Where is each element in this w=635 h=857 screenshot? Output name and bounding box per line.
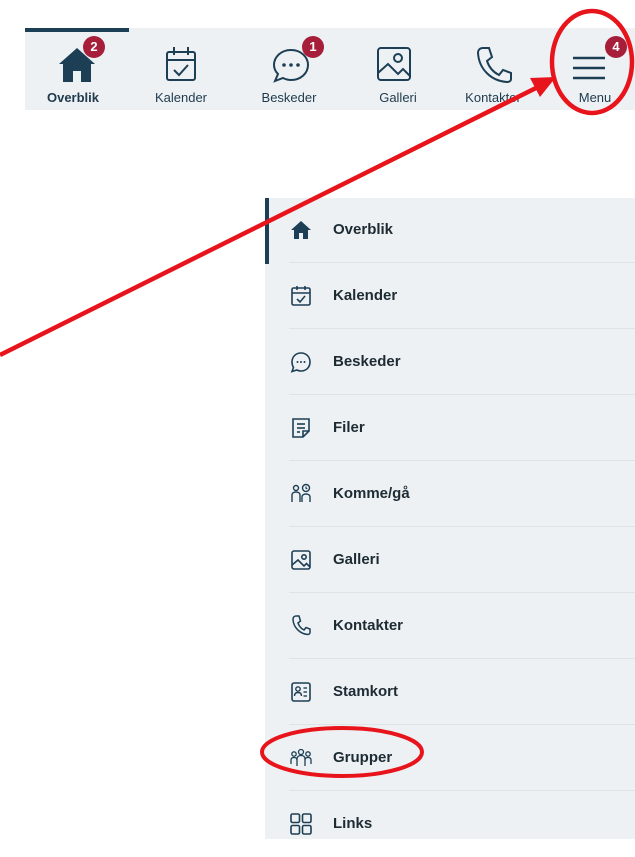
- nav-label: Beskeder: [261, 90, 317, 105]
- menu-item-overblik[interactable]: Overblik: [289, 198, 635, 263]
- file-icon: [292, 418, 310, 438]
- nav-label: Menu: [578, 90, 612, 105]
- calendar-icon: [166, 47, 196, 81]
- menu-item-komme-gaa[interactable]: Komme/gå: [289, 462, 635, 527]
- nav-label: Overblik: [46, 90, 100, 105]
- nav-label: Kalender: [154, 90, 208, 105]
- menu-item-kalender[interactable]: Kalender: [289, 264, 635, 329]
- notification-badge: 2: [83, 36, 105, 58]
- calendar-icon: [291, 286, 311, 306]
- gallery-icon: [377, 47, 411, 81]
- menu-item-label: Overblik: [333, 221, 394, 238]
- hamburger-icon: [573, 56, 605, 80]
- menu-item-label: Filer: [333, 419, 365, 436]
- menu-item-label: Komme/gå: [333, 485, 410, 502]
- nav-item-galleri[interactable]: Galleri: [350, 28, 446, 110]
- phone-icon: [292, 615, 311, 636]
- phone-icon: [476, 47, 512, 84]
- menu-item-stamkort[interactable]: Stamkort: [289, 660, 635, 725]
- gallery-icon: [291, 550, 311, 570]
- id-card-icon: [291, 682, 311, 702]
- menu-item-label: Beskeder: [333, 353, 401, 370]
- menu-item-beskeder[interactable]: Beskeder: [289, 330, 635, 395]
- menu-item-label: Kalender: [333, 287, 398, 304]
- menu-item-label: Links: [333, 815, 373, 832]
- menu-item-label: Galleri: [333, 551, 380, 568]
- nav-item-overblik[interactable]: 2 Overblik: [25, 28, 121, 110]
- menu-item-galleri[interactable]: Galleri: [289, 528, 635, 593]
- home-icon: [291, 221, 311, 239]
- menu-item-links[interactable]: Links: [289, 792, 635, 857]
- message-icon: [290, 352, 311, 373]
- menu-item-filer[interactable]: Filer: [289, 396, 635, 461]
- notification-badge: 4: [605, 36, 627, 58]
- menu-item-grupper[interactable]: Grupper: [289, 726, 635, 791]
- nav-item-kontakter[interactable]: Kontakter: [445, 28, 541, 110]
- menu-item-label: Grupper: [333, 749, 393, 766]
- side-menu: Overblik Kalender Beskeder Filer Komme/g…: [265, 198, 635, 839]
- nav-label: Kontakter: [465, 90, 521, 105]
- menu-item-kontakter[interactable]: Kontakter: [289, 594, 635, 659]
- menu-item-label: Kontakter: [333, 617, 404, 634]
- top-navigation-bar: 2 Overblik Kalender 1 Beskeder Galleri K…: [25, 28, 635, 110]
- active-menu-indicator: [265, 198, 269, 264]
- groups-icon: [290, 748, 312, 766]
- check-in-icon: [291, 483, 311, 502]
- links-icon: [290, 813, 312, 835]
- nav-label: Galleri: [379, 90, 417, 105]
- nav-item-beskeder[interactable]: 1 Beskeder: [241, 28, 337, 110]
- nav-item-menu[interactable]: 4 Menu: [555, 28, 635, 110]
- nav-item-kalender[interactable]: Kalender: [133, 28, 229, 110]
- menu-item-label: Stamkort: [333, 683, 399, 700]
- notification-badge: 1: [302, 36, 324, 58]
